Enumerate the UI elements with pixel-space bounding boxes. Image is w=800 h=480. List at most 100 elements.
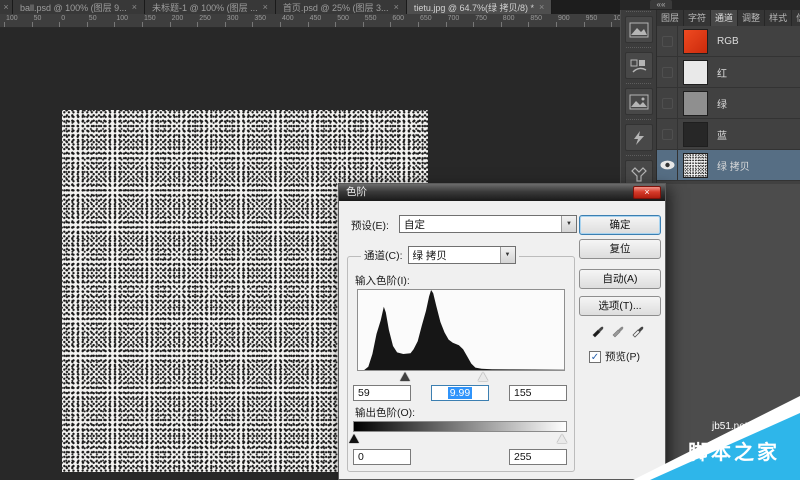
ruler-tick — [556, 22, 557, 27]
ruler-label: 50 — [89, 15, 97, 22]
ruler-tick — [32, 22, 33, 27]
black-output-slider[interactable] — [349, 434, 359, 443]
black-eyedropper-icon[interactable] — [591, 323, 606, 343]
panel-grip-dots — [626, 47, 651, 51]
ruler-tick — [446, 22, 447, 27]
panel-grip-dots — [626, 119, 651, 123]
close-icon[interactable]: × — [394, 2, 399, 12]
actions-panel-icon[interactable] — [621, 119, 656, 154]
input-white-field[interactable]: 155 — [509, 385, 567, 401]
dialog-title-bar[interactable]: 色阶 × — [339, 184, 665, 201]
chevron-down-icon: ▼ — [500, 247, 515, 263]
adjustments-panel-icon[interactable] — [621, 83, 656, 118]
channel-thumbnail — [683, 29, 708, 54]
panel-tab-字符[interactable]: 字符 — [684, 10, 711, 26]
document-tab[interactable]: 首页.psd @ 25% (图层 3...× — [276, 0, 407, 14]
channel-value: 绿 拷贝 — [409, 248, 500, 263]
reset-button[interactable]: 复位 — [579, 239, 661, 259]
ok-button[interactable]: 确定 — [579, 215, 661, 235]
histogram-panel-icon[interactable] — [625, 16, 653, 43]
collapsed-panel-icon-strip — [621, 10, 657, 186]
channel-row-红[interactable]: 红 — [657, 57, 800, 88]
visibility-toggle-empty[interactable] — [657, 26, 678, 56]
input-gamma-field[interactable]: 9.99 — [431, 385, 489, 401]
panel-tab-信息[interactable]: 信息 — [792, 10, 800, 26]
visibility-toggle-empty[interactable] — [657, 88, 678, 118]
channel-row-RGB[interactable]: RGB — [657, 26, 800, 57]
input-sliders-track — [357, 371, 565, 383]
visibility-toggle-empty[interactable] — [657, 119, 678, 149]
document-tab[interactable]: ball.psd @ 100% (图层 9... × — [13, 0, 145, 14]
ruler-tick — [584, 22, 585, 27]
channel-row: 通道(C): 绿 拷贝 ▼ — [361, 246, 519, 264]
channel-name: 蓝 — [717, 127, 727, 142]
panel-tab-通道[interactable]: 通道 — [711, 10, 738, 26]
adjustments-panel-icon[interactable] — [625, 88, 653, 115]
visibility-eye-icon[interactable] — [657, 150, 678, 180]
white-output-slider[interactable] — [557, 434, 567, 443]
output-levels-label: 输出色阶(O): — [355, 405, 415, 420]
channel-row-蓝[interactable]: 蓝 — [657, 119, 800, 150]
partial-tab-close-icon[interactable]: × — [0, 0, 13, 14]
visibility-toggle-empty[interactable] — [657, 57, 678, 87]
ruler-tick — [611, 22, 612, 27]
channel-name: 绿 拷贝 — [717, 158, 750, 173]
ruler-label: 950 — [586, 15, 598, 22]
preview-checkbox[interactable]: ✓ 预览(P) — [589, 349, 640, 364]
channel-row-绿[interactable]: 绿 — [657, 88, 800, 119]
collapse-panels-icon[interactable]: «« — [650, 0, 672, 9]
panel-tab-图层[interactable]: 图层 — [657, 10, 684, 26]
channel-select[interactable]: 绿 拷贝 ▼ — [408, 246, 516, 264]
ruler-label: 1000 — [613, 15, 620, 22]
ruler-tick — [252, 22, 253, 27]
ruler-label: 500 — [337, 15, 349, 22]
histogram-panel-icon[interactable] — [621, 11, 656, 46]
auto-button[interactable]: 自动(A) — [579, 269, 661, 289]
ruler-tick — [418, 22, 419, 27]
preset-value: 自定 — [400, 217, 561, 232]
output-black-field[interactable]: 0 — [353, 449, 411, 465]
ruler-label: 250 — [199, 15, 211, 22]
panel-tab-样式[interactable]: 样式 — [765, 10, 792, 26]
black-input-slider[interactable] — [400, 372, 410, 381]
close-icon[interactable]: × — [132, 2, 137, 12]
preset-select[interactable]: 自定 ▼ — [399, 215, 577, 233]
ruler-label: 700 — [448, 15, 460, 22]
white-input-slider[interactable] — [478, 372, 488, 381]
gray-eyedropper-icon[interactable] — [611, 323, 626, 343]
ruler-tick — [170, 22, 171, 27]
close-icon[interactable]: × — [263, 2, 268, 12]
document-tab[interactable]: 未标题-1 @ 100% (图层 ... × — [145, 0, 276, 14]
panel-tab-调整[interactable]: 调整 — [738, 10, 765, 26]
panel-grip-dots — [626, 11, 651, 15]
channel-label: 通道(C): — [364, 248, 403, 263]
close-icon[interactable]: × — [633, 186, 661, 199]
channel-name: 红 — [717, 65, 727, 80]
ruler-label: 100 — [6, 15, 18, 22]
options-button[interactable]: 选项(T)... — [579, 296, 661, 316]
actions-panel-icon[interactable] — [625, 124, 653, 151]
document-tab-label: 未标题-1 @ 100% (图层 ... — [152, 1, 258, 14]
ruler-label: 450 — [310, 15, 322, 22]
ruler-tick — [473, 22, 474, 27]
ruler-tick — [280, 22, 281, 27]
document-tab-label: ball.psd @ 100% (图层 9... — [20, 1, 127, 14]
ruler-tick — [335, 22, 336, 27]
clone-source-panel-icon[interactable] — [625, 52, 653, 79]
white-eyedropper-icon[interactable] — [631, 323, 646, 343]
channel-thumbnail — [683, 60, 708, 85]
channel-name: 绿 — [717, 96, 727, 111]
channel-row-绿 拷贝[interactable]: 绿 拷贝 — [657, 150, 800, 181]
output-white-field[interactable]: 255 — [509, 449, 567, 465]
panel-grip-dots — [626, 83, 651, 87]
preview-label: 预览(P) — [605, 349, 640, 364]
ruler-label: 800 — [503, 15, 515, 22]
document-tab[interactable]: tietu.jpg @ 64.7%(绿 拷贝/8) *× — [407, 0, 552, 14]
ruler-label: 150 — [144, 15, 156, 22]
clone-source-panel-icon[interactable] — [621, 47, 656, 82]
input-black-field[interactable]: 59 — [353, 385, 411, 401]
panel-tabs: 图层字符通道调整样式信息颜色 — [657, 10, 800, 26]
close-icon[interactable]: × — [539, 2, 544, 12]
ruler-label: 100 — [116, 15, 128, 22]
ruler-label: 900 — [558, 15, 570, 22]
